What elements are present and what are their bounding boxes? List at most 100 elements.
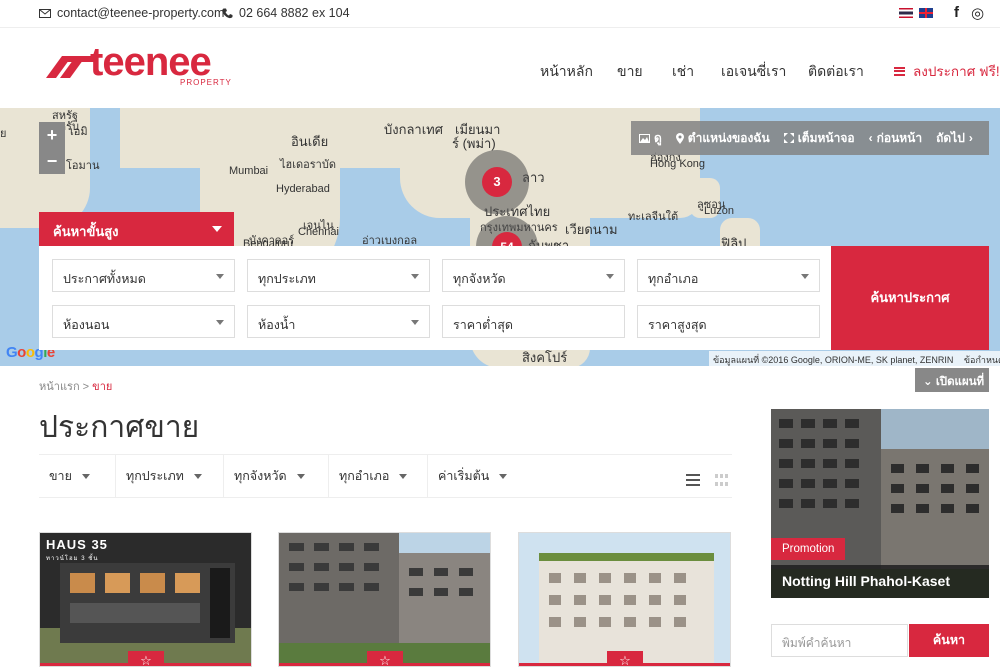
social-links: f ◎: [954, 4, 984, 22]
promotion-badge: Promotion: [771, 538, 846, 560]
filter-district[interactable]: ทุกอำเภอ: [329, 455, 428, 497]
map-label: Hyderabad: [276, 183, 330, 195]
caret-down-icon: [411, 274, 419, 279]
listing-card[interactable]: ☆: [278, 532, 491, 667]
instagram-icon[interactable]: ◎: [971, 4, 984, 22]
min-price-input[interactable]: ราคาต่ำสุด: [442, 305, 625, 338]
star-icon[interactable]: ☆: [367, 651, 403, 666]
caret-down-icon: [296, 474, 305, 480]
map-label: เวียดนาม: [565, 222, 618, 237]
filter-province[interactable]: ทุกจังหวัด: [224, 455, 329, 497]
grid-view-icon[interactable]: [715, 474, 729, 486]
filter-sale[interactable]: ขาย: [39, 455, 116, 497]
nav-rent[interactable]: เช่า: [672, 61, 694, 83]
listing-card[interactable]: HAUS 35 ทาวน์โฮม 3 ชั้น ☆: [39, 532, 252, 667]
bedrooms-value: ห้องนอน: [63, 318, 110, 332]
post-free-link[interactable]: ลงประกาศ ฟรี!: [894, 60, 1000, 82]
caret-down-icon: [399, 474, 408, 480]
map-label: ทะเลจีนใต้: [628, 211, 679, 223]
listing-brand-label: HAUS 35: [46, 537, 108, 552]
promo-title[interactable]: Notting Hill Phahol-Kaset: [771, 565, 989, 598]
map-label: Hong Kong: [650, 158, 706, 170]
filter-label: ทุกจังหวัด: [234, 469, 287, 483]
filter-label: ค่าเริ่มต้น: [438, 469, 490, 483]
province-select[interactable]: ทุกจังหวัด: [442, 259, 625, 292]
logo-mark-icon: [46, 56, 94, 78]
star-icon[interactable]: ☆: [128, 651, 164, 666]
sidebar-search-input[interactable]: พิมพ์คำค้นหา: [771, 624, 908, 657]
page-title: ประกาศขาย: [39, 411, 200, 444]
search-listings-button[interactable]: ค้นหาประกาศ: [831, 246, 989, 350]
map-label: Luzon: [704, 205, 734, 217]
zoom-in-button[interactable]: +: [39, 122, 65, 148]
caret-down-icon: [216, 320, 224, 325]
max-price-placeholder: ราคาสูงสุด: [648, 318, 707, 332]
top-bar: contact@teenee-property.com 02 664 8882 …: [0, 0, 1000, 28]
map-prev-button[interactable]: ‹ ก่อนหน้า: [869, 129, 923, 148]
fullscreen-button[interactable]: เต็มหน้าจอ: [783, 129, 855, 148]
map-attribution: ข้อมูลแผนที่ ©2016 Google, ORION-ME, SK …: [709, 351, 1000, 366]
map-label: โอมาน: [66, 160, 100, 172]
chevron-left-icon: ‹: [868, 131, 873, 145]
property-type-select[interactable]: ทุกประเภท: [247, 259, 430, 292]
advanced-search-tab[interactable]: ค้นหาขั้นสูง: [39, 212, 234, 246]
english-flag-icon[interactable]: [919, 8, 933, 18]
bathrooms-select[interactable]: ห้องน้ำ: [247, 305, 430, 338]
district-select[interactable]: ทุกอำเภอ: [637, 259, 820, 292]
breadcrumb-home[interactable]: หน้าแรก: [39, 381, 80, 393]
map-label: บังกลาเทศ: [384, 122, 444, 137]
bathrooms-value: ห้องน้ำ: [258, 318, 296, 332]
my-location-button[interactable]: ตำแหน่งของฉัน: [675, 129, 770, 148]
filter-sort[interactable]: ค่าเริ่มต้น: [428, 455, 526, 497]
expand-icon: [783, 133, 794, 143]
sidebar-search-placeholder: พิมพ์คำค้นหา: [782, 636, 852, 650]
site-logo[interactable]: teenee PROPERTY: [46, 40, 236, 90]
caret-down-icon: [81, 474, 90, 480]
province-value: ทุกจังหวัด: [453, 272, 506, 286]
map-pin-icon: [675, 132, 684, 144]
filter-property-type[interactable]: ทุกประเภท: [116, 455, 224, 497]
star-icon[interactable]: ☆: [607, 651, 643, 666]
menu-icon: [894, 66, 905, 76]
chevron-down-icon: ⌄: [923, 376, 933, 388]
listing-card[interactable]: ☆: [518, 532, 731, 667]
bedrooms-select[interactable]: ห้องนอน: [52, 305, 235, 338]
max-price-input[interactable]: ราคาสูงสุด: [637, 305, 820, 338]
district-value: ทุกอำเภอ: [648, 272, 699, 286]
nav-contact[interactable]: ติดต่อเรา: [808, 61, 864, 83]
contact-email-text: contact@teenee-property.com: [57, 6, 225, 20]
nav-agency[interactable]: เอเจนซี่เรา: [721, 61, 786, 83]
map-attribution-text: ข้อมูลแผนที่ ©2016 Google, ORION-ME, SK …: [713, 355, 954, 365]
filter-bar: ขาย ทุกประเภท ทุกจังหวัด ทุกอำเภอ ค่าเริ…: [39, 454, 732, 498]
facebook-icon[interactable]: f: [954, 4, 959, 22]
caret-down-icon: [193, 474, 202, 480]
contact-email[interactable]: contact@teenee-property.com: [39, 6, 224, 20]
caret-down-icon: [216, 274, 224, 279]
map-terms-link[interactable]: ข้อกำหนดในการ: [964, 355, 1000, 365]
list-view-icon[interactable]: [686, 474, 700, 486]
thai-flag-icon[interactable]: [899, 8, 913, 18]
contact-phone[interactable]: 02 664 8882 ex 104: [222, 6, 350, 20]
map-label: Mumbai: [229, 165, 269, 177]
listing-type-select[interactable]: ประกาศทั้งหมด: [52, 259, 235, 292]
min-price-placeholder: ราคาต่ำสุด: [453, 318, 513, 332]
open-map-label: เปิดแผนที่: [935, 376, 985, 388]
breadcrumb: หน้าแรก > ขาย: [39, 377, 112, 395]
promo-card[interactable]: Promotion Notting Hill Phahol-Kaset: [771, 409, 989, 598]
map-cluster-marker[interactable]: 3: [465, 150, 529, 214]
nav-sale[interactable]: ขาย: [617, 61, 643, 83]
fullscreen-label: เต็มหน้าจอ: [797, 130, 855, 145]
map-next-button[interactable]: ถัดไป ›: [936, 129, 973, 148]
caret-down-icon: [499, 474, 508, 480]
filter-label: ทุกอำเภอ: [339, 469, 390, 483]
phone-icon: [222, 8, 233, 18]
language-switcher: [899, 8, 933, 18]
map-toolbar: ดู ตำแหน่งของฉัน เต็มหน้าจอ ‹ ก่อนหน้า ถ…: [631, 121, 989, 155]
zoom-out-button[interactable]: −: [39, 148, 65, 174]
listing-brand-sub: ทาวน์โฮม 3 ชั้น: [46, 556, 99, 562]
sidebar-search-button[interactable]: ค้นหา: [909, 624, 989, 657]
map-view-button[interactable]: ดู: [639, 129, 662, 148]
nav-home[interactable]: หน้าหลัก: [540, 61, 593, 83]
open-map-button[interactable]: ⌄ เปิดแผนที่: [915, 368, 989, 392]
listing-image: [519, 533, 730, 666]
